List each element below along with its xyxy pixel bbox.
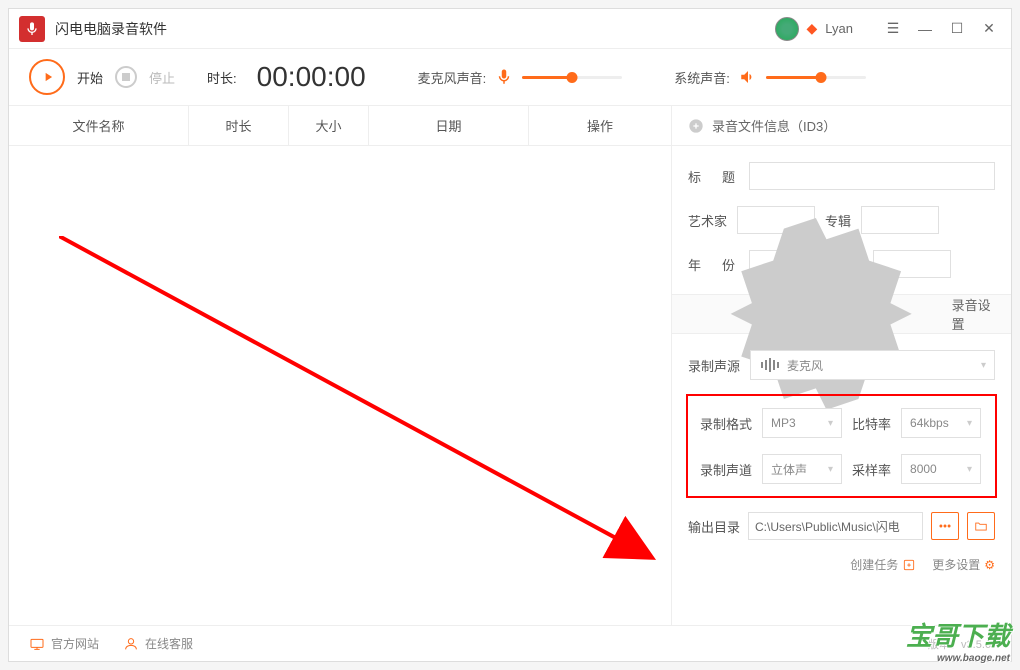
gear-icon: ⚙ — [984, 558, 995, 572]
output-label: 输出目录 — [688, 517, 740, 536]
stop-label: 停止 — [149, 68, 175, 87]
col-action: 操作 — [529, 106, 671, 145]
channel-select[interactable]: 立体声 — [762, 454, 842, 484]
col-duration: 时长 — [189, 106, 289, 145]
speaker-icon — [738, 67, 758, 87]
mic-volume-label: 麦克风声音: — [418, 68, 487, 87]
support-link[interactable]: 在线客服 — [123, 635, 193, 652]
source-label: 录制声源 — [688, 356, 740, 375]
version-label: 版本：v3.5.6 — [928, 636, 991, 652]
footer: 官方网站 在线客服 版本：v3.5.6 — [9, 625, 1011, 661]
col-size: 大小 — [289, 106, 369, 145]
title-label: 标 题 — [688, 167, 739, 186]
duration-label: 时长: — [207, 68, 237, 87]
output-path-input[interactable]: C:\Users\Public\Music\闪电 — [748, 512, 923, 540]
bitrate-select[interactable]: 64kbps — [901, 408, 981, 438]
format-label: 录制格式 — [700, 414, 752, 433]
create-task-link[interactable]: 创建任务 — [850, 556, 916, 573]
avatar[interactable] — [775, 17, 799, 41]
format-select[interactable]: MP3 — [762, 408, 842, 438]
highlighted-settings: 录制格式 MP3 比特率 64kbps 录制声道 立体声 采样率 8000 — [686, 394, 997, 498]
maximize-button[interactable]: ☐ — [945, 17, 969, 41]
timer-display: 00:00:00 — [257, 61, 366, 93]
annotation-arrow — [59, 236, 679, 596]
info-icon — [688, 118, 704, 134]
start-record-button[interactable] — [29, 59, 65, 95]
toolbar: 开始 停止 时长: 00:00:00 麦克风声音: 系统声音: — [9, 49, 1011, 105]
audio-bars-icon — [761, 358, 779, 372]
system-volume-slider[interactable] — [766, 76, 866, 79]
settings-section-header: 录音设置 — [672, 294, 1011, 334]
titlebar: 闪电电脑录音软件 ◆ Lyan ☰ — ☐ ✕ — [9, 9, 1011, 49]
menu-button[interactable]: ☰ — [881, 17, 905, 41]
minimize-button[interactable]: — — [913, 17, 937, 41]
sidebar: 录音文件信息（ID3） 标 题 艺术家 专辑 年 份 流派 — [671, 106, 1011, 625]
samplerate-select[interactable]: 8000 — [901, 454, 981, 484]
col-filename: 文件名称 — [9, 106, 189, 145]
id3-section-header: 录音文件信息（ID3） — [672, 106, 1011, 146]
col-date: 日期 — [369, 106, 529, 145]
more-settings-link[interactable]: 更多设置 ⚙ — [932, 556, 995, 573]
app-title: 闪电电脑录音软件 — [55, 19, 167, 39]
browse-button[interactable] — [931, 512, 959, 540]
file-table: 文件名称 时长 大小 日期 操作 — [9, 106, 671, 625]
bitrate-label: 比特率 — [852, 414, 891, 433]
app-logo — [19, 16, 45, 42]
website-link[interactable]: 官方网站 — [29, 635, 99, 652]
source-select[interactable]: 麦克风 — [750, 350, 995, 380]
mic-volume-slider[interactable] — [522, 76, 622, 79]
channel-label: 录制声道 — [700, 460, 752, 479]
samplerate-label: 采样率 — [852, 460, 891, 479]
system-volume-label: 系统声音: — [674, 68, 730, 87]
stop-record-button[interactable] — [115, 66, 137, 88]
mic-icon — [494, 67, 514, 87]
start-label: 开始 — [77, 68, 103, 87]
open-folder-button[interactable] — [967, 512, 995, 540]
close-button[interactable]: ✕ — [977, 17, 1001, 41]
vip-icon: ◆ — [807, 20, 818, 37]
username[interactable]: Lyan — [825, 21, 853, 36]
